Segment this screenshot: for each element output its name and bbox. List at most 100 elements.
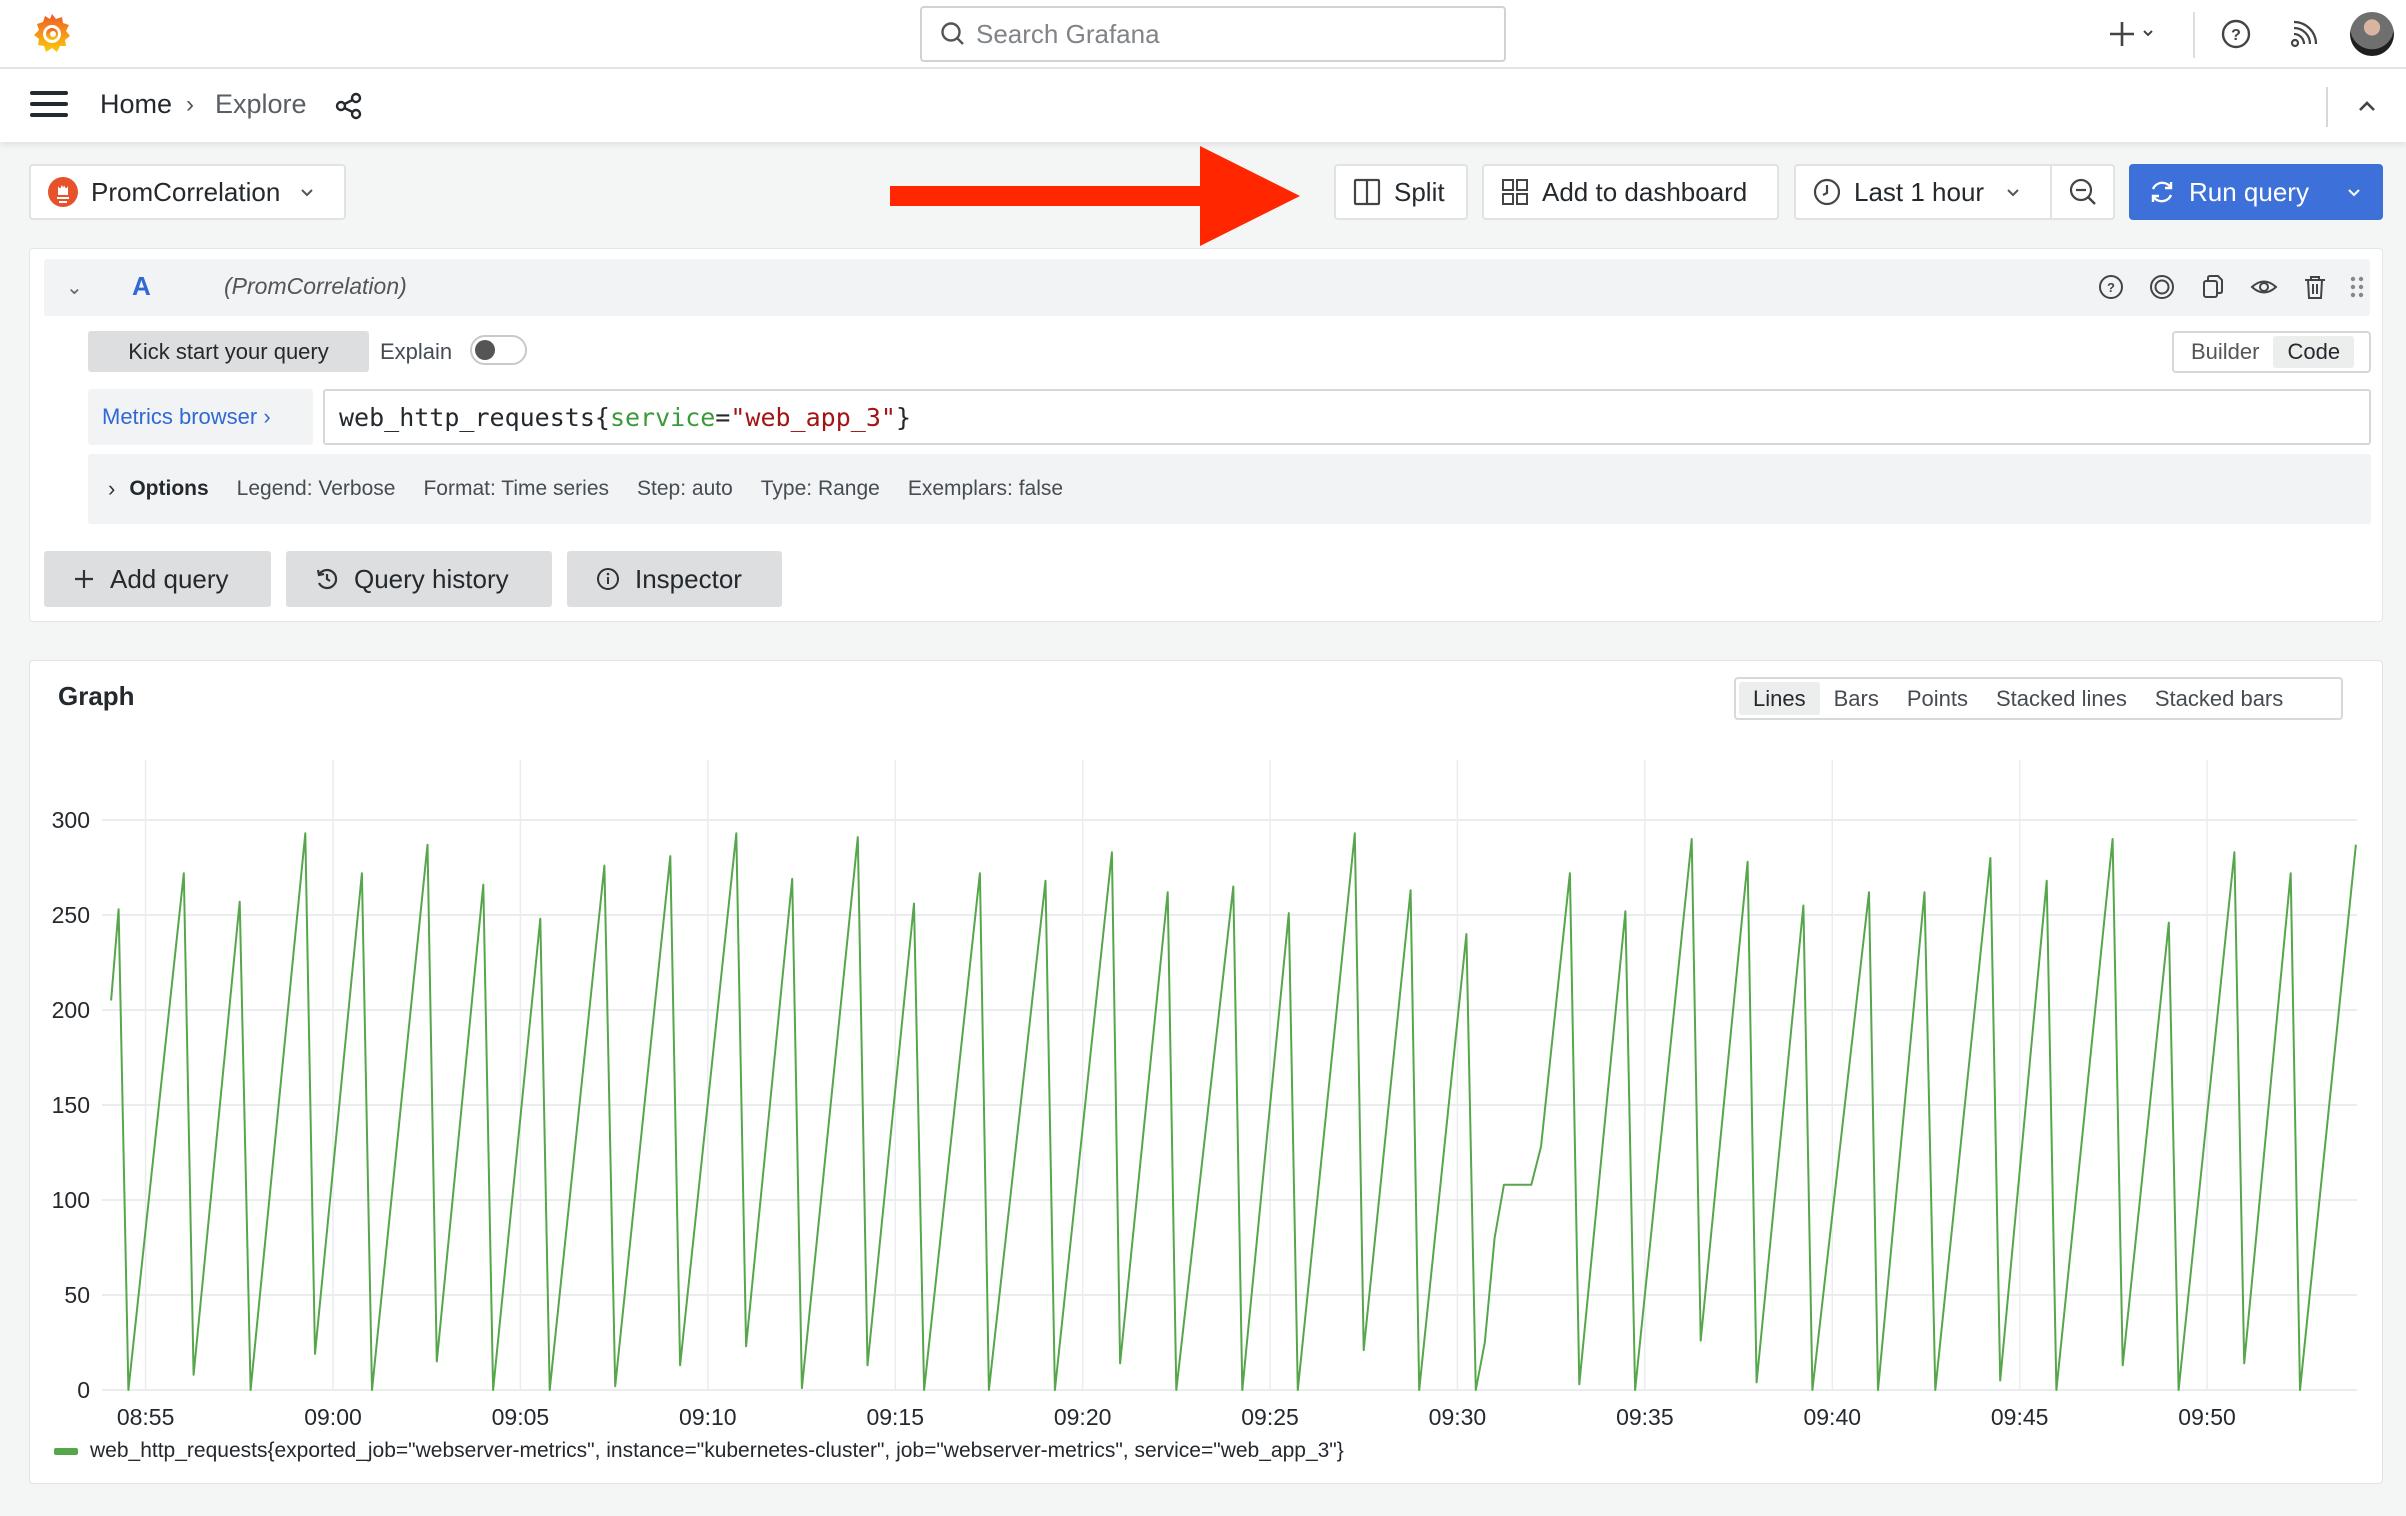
breadcrumb-divider [2326, 87, 2328, 127]
x-tick-label: 09:15 [866, 1404, 924, 1430]
inspector-button[interactable]: Inspector [567, 551, 782, 607]
split-label: Split [1394, 176, 1445, 207]
query-history-button[interactable]: Query history [286, 551, 552, 607]
zoom-out-button[interactable] [2050, 164, 2115, 220]
chevron-down-icon [2007, 189, 2019, 197]
option-format: Format: Time series [423, 477, 610, 500]
add-query-label: Add query [110, 563, 229, 594]
x-tick-label: 09:45 [1991, 1404, 2049, 1430]
query-expression-input[interactable]: web_http_requests{service = "web_app_3"} [323, 389, 2371, 445]
search-bar[interactable] [920, 6, 1506, 62]
time-range-picker[interactable]: Last 1 hour [1794, 164, 2050, 220]
option-exemplars: Exemplars: false [907, 477, 1064, 500]
eye-icon[interactable] [2249, 272, 2279, 302]
chart-axes: 0 50 100 150 200 250 300 08:55 09:00 09:05 09:10 09… [52, 807, 2236, 1430]
datasource-name: PromCorrelation [91, 176, 281, 207]
info-icon [597, 568, 619, 590]
add-query-button[interactable]: Add query [44, 551, 271, 607]
svg-text:?: ? [2231, 27, 2241, 44]
chevron-up-icon[interactable] [2352, 91, 2382, 121]
query-options-row[interactable]: › Options Legend: Verbose Format: Time s… [88, 454, 2371, 524]
plus-icon [2110, 22, 2134, 46]
search-input[interactable] [976, 18, 1476, 50]
mode-builder[interactable]: Builder [2177, 336, 2273, 368]
query-editor-panel: ⌄ A (PromCorrelation) ? Kick start your … [29, 248, 2383, 622]
legend-series-label[interactable]: web_http_requests{exported_job="webserve… [90, 1439, 1344, 1463]
help-icon[interactable]: ? [2218, 14, 2254, 54]
split-button[interactable]: Split [1334, 164, 1468, 220]
query-history-label: Query history [354, 563, 509, 594]
query-options-icon[interactable] [2147, 272, 2177, 302]
y-tick-label: 250 [52, 902, 90, 928]
refresh-icon [2151, 181, 2173, 203]
grafana-logo-icon[interactable] [30, 12, 74, 56]
legend-swatch [54, 1447, 78, 1455]
split-icon [1353, 178, 1381, 206]
breadcrumb-separator: › [186, 91, 194, 118]
clock-icon [1813, 178, 1841, 206]
add-to-dashboard-label: Add to dashboard [1542, 176, 1748, 207]
drag-handle-icon[interactable] [2342, 272, 2372, 302]
duplicate-query-icon[interactable] [2198, 272, 2228, 302]
mode-code[interactable]: Code [2273, 336, 2355, 368]
time-range-label: Last 1 hour [1854, 176, 1985, 207]
query-ref-id[interactable]: A [132, 271, 151, 302]
x-tick-label: 09:40 [1803, 1404, 1861, 1430]
trash-icon[interactable] [2300, 272, 2330, 302]
x-tick-label: 09:30 [1429, 1404, 1487, 1430]
user-avatar[interactable] [2350, 12, 2394, 56]
zoom-out-icon [2069, 178, 2096, 205]
inspector-label: Inspector [635, 563, 742, 594]
x-tick-label: 09:35 [1616, 1404, 1674, 1430]
expr-metric: web_http_requests [339, 402, 595, 432]
y-tick-label: 50 [64, 1282, 90, 1308]
metrics-browser-button[interactable]: Metrics browser › [88, 389, 313, 445]
topbar-divider [2193, 12, 2195, 58]
breadcrumb-bar: Home › Explore [0, 69, 2406, 142]
chevron-down-icon [301, 189, 314, 197]
plus-icon [75, 570, 93, 588]
query-mode-switch: Builder Code [2172, 331, 2371, 373]
chart-legend: web_http_requests{exported_job="webserve… [54, 1439, 1344, 1463]
option-type: Type: Range [760, 477, 880, 500]
x-tick-label: 09:10 [679, 1404, 737, 1430]
y-tick-label: 300 [52, 807, 90, 833]
chevron-down-icon [2143, 30, 2153, 37]
y-tick-label: 100 [52, 1187, 90, 1213]
add-to-dashboard-button[interactable]: Add to dashboard [1482, 164, 1779, 220]
history-icon [316, 568, 338, 590]
y-tick-label: 150 [52, 1092, 90, 1118]
breadcrumb-explore: Explore [215, 89, 307, 119]
expr-operator: = [715, 402, 731, 432]
chart-grid [102, 760, 2357, 1391]
y-tick-label: 0 [77, 1377, 90, 1403]
hamburger-menu-icon[interactable] [30, 91, 68, 121]
datasource-picker[interactable]: PromCorrelation [29, 164, 346, 220]
option-legend: Legend: Verbose [236, 477, 396, 500]
query-row-header: ⌄ A (PromCorrelation) ? [44, 259, 2370, 316]
options-toggle[interactable]: Options [129, 477, 208, 501]
annotation-arrow [890, 146, 1300, 246]
help-icon[interactable]: ? [2096, 272, 2126, 302]
time-series-chart[interactable]: 0 50 100 150 200 250 300 08:55 09:00 09:05 09:10 09… [30, 661, 2384, 1485]
explain-toggle[interactable] [470, 335, 527, 365]
x-tick-label: 09:00 [304, 1404, 362, 1430]
svg-text:?: ? [2107, 280, 2115, 295]
expr-brace-open: { [594, 402, 610, 432]
share-icon[interactable] [334, 91, 364, 121]
top-bar: ? [0, 0, 2406, 69]
expr-brace-close: } [895, 402, 911, 432]
run-query-button[interactable]: Run query [2129, 164, 2383, 220]
dashboard-grid-icon [1502, 179, 1528, 205]
graph-panel: Graph Lines Bars Points Stacked lines St… [29, 660, 2383, 1484]
breadcrumb-home[interactable]: Home [100, 89, 172, 120]
collapse-query-icon[interactable]: ⌄ [66, 275, 83, 300]
kick-start-query-button[interactable]: Kick start your query [88, 331, 369, 372]
new-menu-button[interactable] [2108, 14, 2168, 54]
expr-label-name: service [609, 402, 716, 432]
prometheus-icon [48, 177, 78, 207]
news-feed-icon[interactable] [2286, 14, 2322, 54]
x-tick-label: 09:20 [1054, 1404, 1112, 1430]
chevron-down-icon[interactable] [2345, 183, 2363, 201]
search-icon [941, 22, 964, 45]
